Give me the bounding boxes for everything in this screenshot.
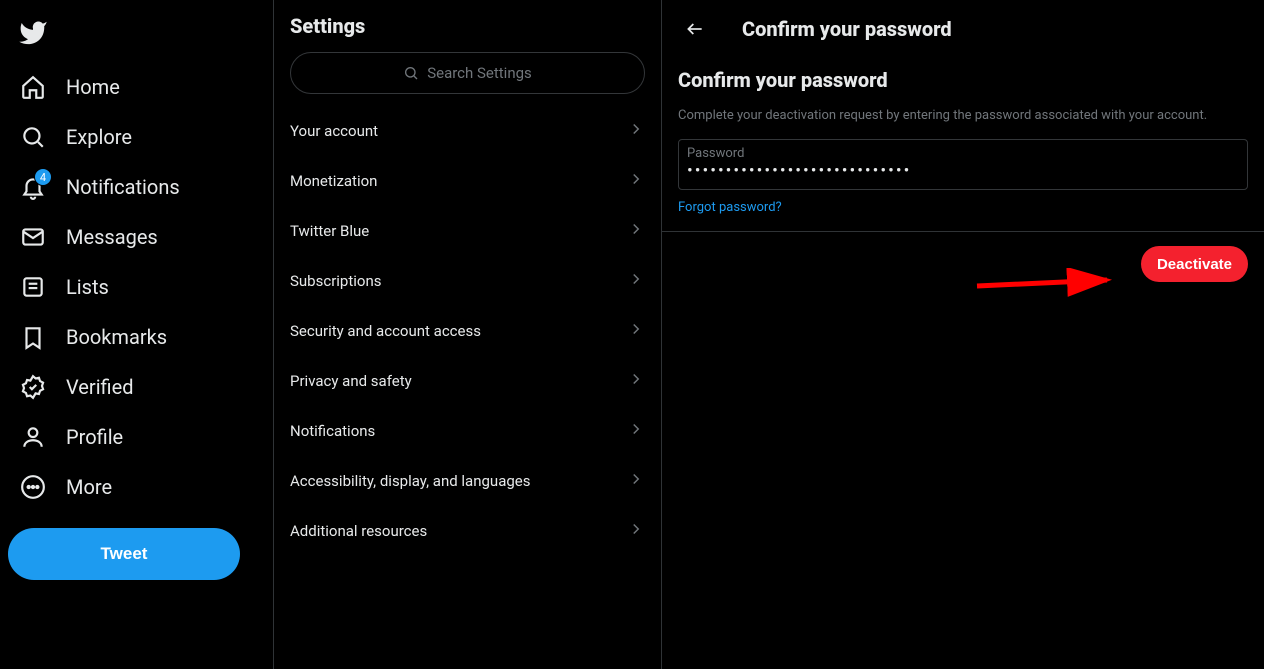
search-icon [20,124,46,150]
primary-nav: Home Explore 4 Notifications Messages Li… [0,0,274,669]
nav-profile-label: Profile [66,425,123,449]
settings-item-label: Your account [290,122,378,140]
nav-notifications-label: Notifications [66,175,180,199]
nav-bookmarks[interactable]: Bookmarks [8,312,265,362]
settings-item-monetization[interactable]: Monetization [274,156,661,206]
settings-item-notifications[interactable]: Notifications [274,406,661,456]
nav-verified-label: Verified [66,375,134,399]
nav-profile[interactable]: Profile [8,412,265,462]
chevron-right-icon [627,220,645,242]
bookmark-icon [20,324,46,350]
chevron-right-icon [627,320,645,342]
more-icon [20,474,46,500]
home-icon [20,74,46,100]
nav-explore-label: Explore [66,125,132,149]
mail-icon [20,224,46,250]
forgot-password-link[interactable]: Forgot password? [662,190,1264,231]
nav-more-label: More [66,475,112,499]
settings-item-label: Accessibility, display, and languages [290,472,530,490]
person-icon [20,424,46,450]
settings-item-label: Privacy and safety [290,372,412,390]
list-icon [20,274,46,300]
bell-icon: 4 [20,174,46,200]
nav-bookmarks-label: Bookmarks [66,325,167,349]
settings-item-twitter-blue[interactable]: Twitter Blue [274,206,661,256]
nav-messages[interactable]: Messages [8,212,265,262]
chevron-right-icon [627,120,645,142]
settings-item-label: Notifications [290,422,375,440]
password-label: Password [687,146,1239,161]
chevron-right-icon [627,170,645,192]
nav-notifications[interactable]: 4 Notifications [8,162,265,212]
search-settings-input[interactable]: Search Settings [290,52,645,94]
password-input[interactable] [687,161,1239,181]
detail-subtitle: Confirm your password [662,58,1264,96]
settings-item-label: Additional resources [290,522,427,540]
notifications-badge: 4 [34,168,52,186]
nav-lists-label: Lists [66,275,109,299]
deactivate-button[interactable]: Deactivate [1141,246,1248,282]
chevron-right-icon [627,420,645,442]
search-icon [403,65,419,81]
nav-more[interactable]: More [8,462,265,512]
settings-panel: Settings Search Settings Your account Mo… [274,0,662,669]
verified-icon [20,374,46,400]
nav-explore[interactable]: Explore [8,112,265,162]
twitter-logo[interactable] [8,8,265,62]
nav-messages-label: Messages [66,225,158,249]
settings-item-your-account[interactable]: Your account [274,106,661,156]
settings-item-resources[interactable]: Additional resources [274,506,661,556]
settings-item-accessibility[interactable]: Accessibility, display, and languages [274,456,661,506]
chevron-right-icon [627,370,645,392]
settings-item-subscriptions[interactable]: Subscriptions [274,256,661,306]
settings-item-label: Twitter Blue [290,222,369,240]
settings-title: Settings [274,0,661,52]
detail-panel: Confirm your password Confirm your passw… [662,0,1264,669]
chevron-right-icon [627,520,645,542]
settings-item-security[interactable]: Security and account access [274,306,661,356]
back-button[interactable] [678,12,712,46]
password-field-wrap[interactable]: Password [678,139,1248,190]
settings-item-label: Security and account access [290,322,481,340]
settings-item-label: Subscriptions [290,272,381,290]
nav-lists[interactable]: Lists [8,262,265,312]
search-placeholder: Search Settings [427,64,532,82]
nav-home-label: Home [66,75,120,99]
detail-header-title: Confirm your password [742,17,952,41]
settings-item-privacy[interactable]: Privacy and safety [274,356,661,406]
settings-item-label: Monetization [290,172,377,190]
chevron-right-icon [627,270,645,292]
nav-verified[interactable]: Verified [8,362,265,412]
tweet-button[interactable]: Tweet [8,528,240,580]
arrow-left-icon [685,19,705,39]
chevron-right-icon [627,470,645,492]
nav-home[interactable]: Home [8,62,265,112]
detail-description: Complete your deactivation request by en… [662,96,1264,139]
